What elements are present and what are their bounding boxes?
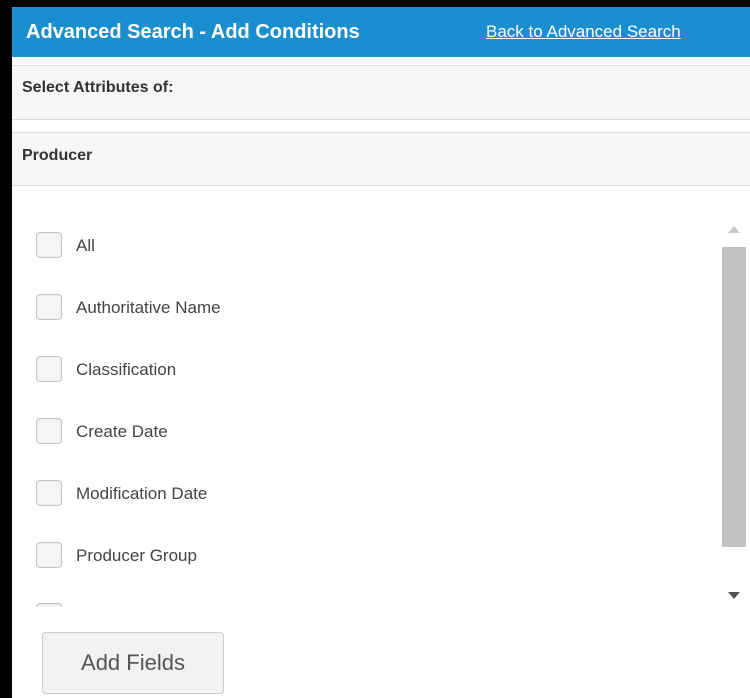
panel-header: Advanced Search - Add Conditions Back to…	[12, 7, 750, 57]
checkbox[interactable]	[36, 418, 62, 444]
field-checkbox-list: All Authoritative Name Classification Cr…	[12, 207, 750, 607]
entity-label: Producer	[22, 147, 93, 164]
checkbox[interactable]	[36, 294, 62, 320]
scroll-up-arrow-icon[interactable]	[728, 226, 740, 233]
page-title: Advanced Search - Add Conditions	[26, 21, 360, 43]
field-label: Modification Date	[76, 484, 208, 503]
add-conditions-panel: Advanced Search - Add Conditions Back to…	[0, 0, 750, 698]
checkbox[interactable]	[36, 480, 62, 506]
field-label: All	[76, 236, 95, 255]
field-label: Producer Group	[76, 546, 197, 565]
checkbox[interactable]	[36, 542, 62, 568]
scrollbar-thumb[interactable]	[722, 247, 746, 547]
checkbox[interactable]	[36, 603, 62, 607]
scroll-down-arrow-icon[interactable]	[728, 592, 740, 599]
checkbox[interactable]	[36, 232, 62, 258]
field-label: Create Date	[76, 422, 168, 441]
list-scrollbar[interactable]	[720, 212, 750, 617]
add-fields-button[interactable]: Add Fields	[42, 632, 224, 694]
entity-section: Producer	[12, 132, 750, 186]
back-to-advanced-search-link[interactable]: Back to Advanced Search	[486, 22, 681, 42]
select-attributes-section: Select Attributes of:	[12, 65, 750, 120]
select-attributes-label: Select Attributes of:	[22, 79, 174, 96]
field-label: Classification	[76, 360, 177, 379]
field-label: Authoritative Name	[76, 298, 221, 317]
checkbox[interactable]	[36, 356, 62, 382]
